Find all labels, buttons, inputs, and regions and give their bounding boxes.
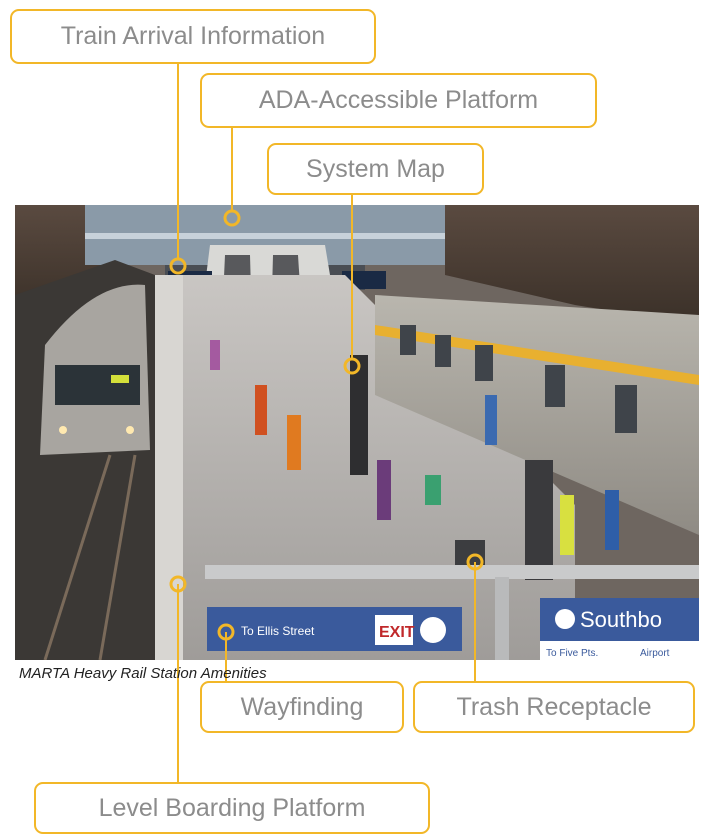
callout-ada-platform: ADA-Accessible Platform [200, 73, 597, 128]
callout-level-boarding-label: Level Boarding Platform [98, 793, 366, 822]
callout-train-arrival: Train Arrival Information [10, 9, 376, 64]
callout-ada-platform-label: ADA-Accessible Platform [258, 86, 539, 114]
callout-wayfinding-label: Wayfinding [240, 692, 364, 721]
callout-level-boarding: Level Boarding Platform [34, 782, 430, 834]
marker-ada [223, 209, 241, 227]
marker-system-map [343, 357, 361, 375]
callout-wayfinding: Wayfinding [200, 681, 404, 733]
callout-system-map: System Map [267, 143, 484, 195]
callout-system-map-label: System Map [306, 154, 445, 183]
marker-train-arrival [169, 257, 187, 275]
photo-caption: MARTA Heavy Rail Station Amenities [19, 665, 267, 682]
callout-trash-receptacle-label: Trash Receptacle [456, 692, 652, 721]
callout-trash-receptacle: Trash Receptacle [413, 681, 695, 733]
callout-train-arrival-label: Train Arrival Information [60, 22, 326, 50]
